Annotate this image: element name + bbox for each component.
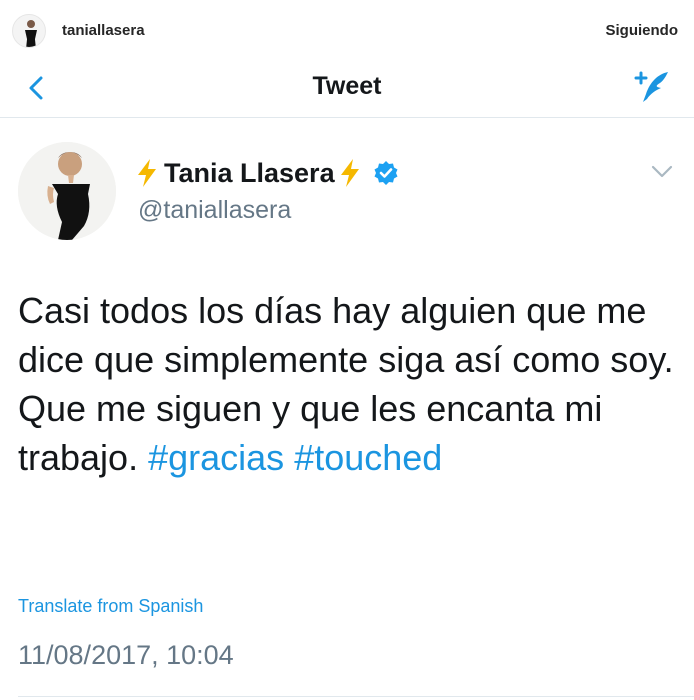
profile-photo-icon [18, 142, 116, 240]
display-name-row: Tania Llasera [134, 156, 399, 190]
following-button[interactable]: Siguiendo [606, 22, 679, 39]
avatar[interactable] [12, 14, 46, 48]
verified-badge-icon [373, 160, 399, 186]
page-title: Tweet [312, 72, 382, 100]
lightning-bolt-icon [134, 158, 160, 188]
avatar[interactable] [18, 142, 116, 240]
tweet-options-button[interactable] [650, 164, 674, 180]
tweet-text: Casi todos los días hay alguien que me d… [18, 286, 678, 482]
compose-tweet-button[interactable] [632, 68, 672, 108]
user-handle[interactable]: @taniallasera [138, 196, 291, 225]
profile-photo-icon [25, 20, 37, 47]
instagram-post-header: taniallasera Siguiendo [0, 0, 694, 62]
translate-link[interactable]: Translate from Spanish [18, 596, 203, 617]
hashtag-link[interactable]: #gracias [148, 437, 284, 478]
lightning-bolt-icon [337, 158, 363, 188]
hashtag-link[interactable]: #touched [294, 437, 442, 478]
chevron-down-icon [651, 165, 673, 178]
tweet-timestamp: 11/08/2017, 10:04 [18, 640, 234, 670]
divider [18, 696, 694, 697]
tweet-nav-bar: Tweet [0, 62, 694, 118]
tweet-detail: Tania Llasera @taniallasera Casi todos l… [0, 118, 694, 700]
display-name[interactable]: Tania Llasera [164, 158, 335, 189]
compose-tweet-icon [634, 71, 668, 102]
instagram-username[interactable]: taniallasera [62, 22, 145, 39]
